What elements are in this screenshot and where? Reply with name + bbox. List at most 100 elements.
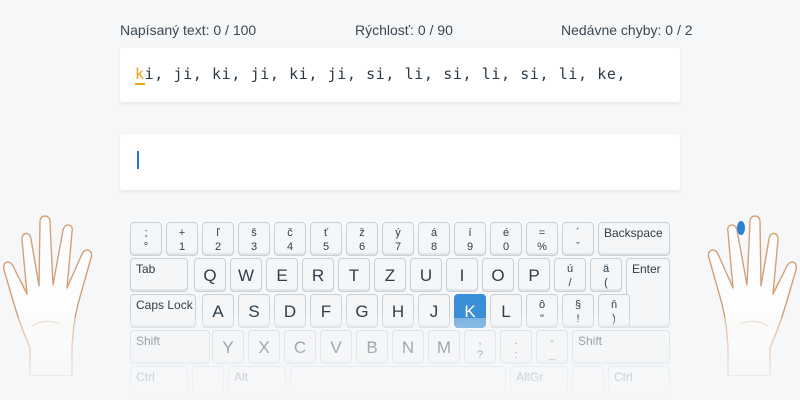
key-m[interactable]: M	[428, 330, 460, 364]
key-n[interactable]: N	[392, 330, 424, 364]
key-e[interactable]: E	[266, 258, 298, 292]
key-t[interactable]: T	[338, 258, 370, 292]
key-3[interactable]: š3	[238, 222, 270, 256]
key-label: F	[320, 302, 332, 321]
key-label: %	[537, 241, 547, 253]
key-label: C	[293, 338, 307, 357]
key-r[interactable]: R	[302, 258, 334, 292]
key-label: V	[330, 338, 342, 357]
key-label: I	[459, 266, 465, 285]
key-label: /	[568, 277, 572, 289]
key-label: ô	[538, 299, 546, 311]
key-o[interactable]: O	[482, 258, 514, 292]
key-label: R	[311, 266, 325, 285]
key-altgr[interactable]: AltGr	[510, 366, 568, 400]
typing-input[interactable]	[120, 134, 680, 190]
key-p[interactable]: P	[518, 258, 550, 292]
key-label: 1	[178, 241, 186, 253]
key-4[interactable]: č4	[274, 222, 306, 256]
key-2[interactable]: ľ2	[202, 222, 234, 256]
key-q[interactable]: Q	[194, 258, 226, 292]
key-backspace[interactable]: Backspace	[598, 222, 670, 256]
key-5[interactable]: ť5	[310, 222, 342, 256]
key-blank[interactable]: ô "	[526, 294, 558, 328]
key-label: !	[576, 313, 580, 325]
key-j[interactable]: J	[418, 294, 450, 328]
key-y[interactable]: Y	[212, 330, 244, 364]
key-label: "	[540, 313, 544, 325]
key-enter[interactable]: Enter	[626, 258, 670, 328]
key-a[interactable]: A	[202, 294, 234, 328]
key-space-3[interactable]	[290, 366, 506, 400]
key-space-5[interactable]	[572, 366, 604, 400]
key-shift[interactable]: Shift	[572, 330, 670, 364]
key-h[interactable]: H	[382, 294, 414, 328]
key-label: .	[514, 335, 518, 347]
key-label: Z	[384, 266, 396, 285]
key-label: 9	[466, 241, 474, 253]
key-g[interactable]: G	[346, 294, 378, 328]
key-label: ý	[395, 227, 401, 239]
key-label: Alt	[234, 370, 249, 384]
key-blank[interactable]: ; °	[130, 222, 162, 256]
key-label: W	[237, 266, 255, 285]
key-w[interactable]: W	[230, 258, 262, 292]
key-label: AltGr	[516, 370, 544, 384]
key-label: ˇ	[576, 241, 580, 253]
key-s[interactable]: S	[238, 294, 270, 328]
key-6[interactable]: ž6	[346, 222, 378, 256]
key-blank[interactable]: ú /	[554, 258, 586, 292]
key-blank[interactable]: .:	[500, 330, 532, 364]
key-v[interactable]: V	[320, 330, 352, 364]
key-blank[interactable]: - _	[536, 330, 568, 364]
key-blank[interactable]: ´ ˇ	[562, 222, 594, 256]
key-label: E	[276, 266, 288, 285]
key-blank[interactable]: ň)	[598, 294, 630, 328]
key-7[interactable]: ý7	[382, 222, 414, 256]
key-u[interactable]: U	[410, 258, 442, 292]
key-label: 3	[250, 241, 258, 253]
key-9[interactable]: í9	[454, 222, 486, 256]
key-label: ´	[576, 227, 580, 239]
key-shift[interactable]: Shift	[130, 330, 210, 364]
key-label: ž	[359, 227, 365, 239]
key-blank[interactable]: ,?	[464, 330, 496, 364]
key-d[interactable]: D	[274, 294, 306, 328]
key-b[interactable]: B	[356, 330, 388, 364]
key-l[interactable]: L	[490, 294, 522, 328]
key-label: Ctrl	[136, 370, 155, 384]
key-tab[interactable]: Tab	[130, 258, 188, 292]
key-k[interactable]: K	[454, 294, 486, 328]
key-label: N	[401, 338, 415, 357]
key-label: J	[429, 302, 439, 321]
key-ctrl[interactable]: Ctrl	[608, 366, 670, 400]
key-label: 6	[358, 241, 366, 253]
key-ctrl[interactable]: Ctrl	[130, 366, 188, 400]
key-blank[interactable]: =%	[526, 222, 558, 256]
key-i[interactable]: I	[446, 258, 478, 292]
finger-marker-icon	[737, 221, 745, 235]
key-label: O	[491, 266, 505, 285]
key-0[interactable]: é0	[490, 222, 522, 256]
key-blank[interactable]: §!	[562, 294, 594, 328]
exercise-text-panel: ki, ji, ki, ji, ki, ji, si, li, si, li, …	[120, 48, 680, 102]
right-hand-icon	[707, 215, 798, 376]
key-1[interactable]: +1	[166, 222, 198, 256]
speed-counter: Rýchlosť: 0 / 90	[355, 22, 453, 38]
key-label: 4	[286, 241, 294, 253]
key-label: ,	[478, 335, 482, 347]
key-f[interactable]: F	[310, 294, 342, 328]
key-label: P	[528, 266, 540, 285]
key-blank[interactable]: ä(	[590, 258, 622, 292]
key-label: Backspace	[604, 226, 663, 240]
key-label: M	[436, 338, 452, 357]
key-c[interactable]: C	[284, 330, 316, 364]
key-caps-lock[interactable]: Caps Lock	[130, 294, 196, 328]
key-z[interactable]: Z	[374, 258, 406, 292]
key-x[interactable]: X	[248, 330, 280, 364]
key-space-1[interactable]	[192, 366, 224, 400]
key-8[interactable]: á8	[418, 222, 450, 256]
key-label: ;	[144, 227, 148, 239]
key-alt[interactable]: Alt	[228, 366, 286, 400]
key-label: =	[538, 227, 546, 239]
